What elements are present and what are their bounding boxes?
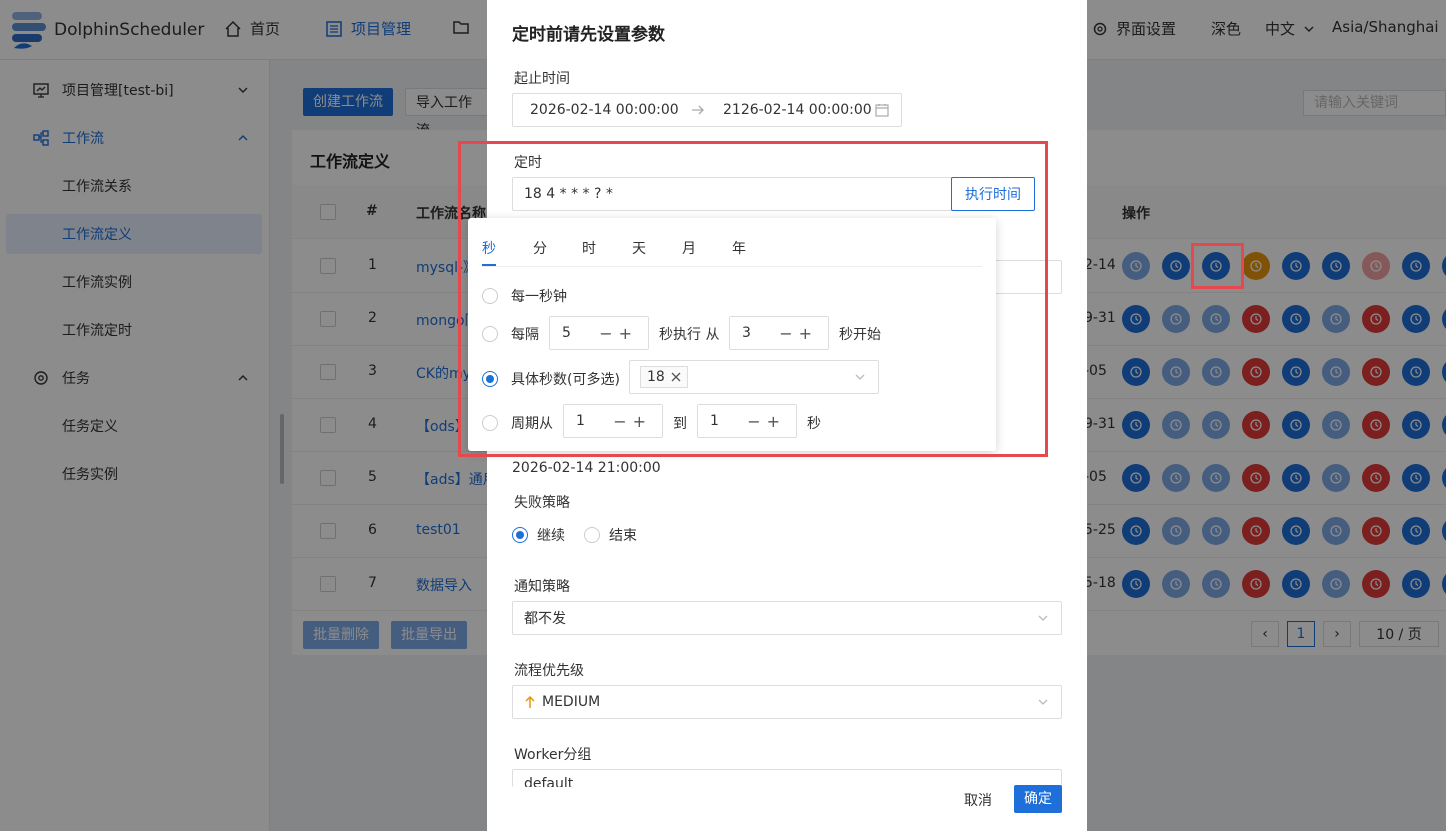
- cancel-button[interactable]: 取消: [964, 790, 992, 810]
- worker-value: default: [524, 776, 574, 787]
- priority-select[interactable]: MEDIUM: [512, 685, 1062, 719]
- radio-icon: [512, 527, 528, 543]
- fail-end-radio[interactable]: 结束: [584, 525, 637, 545]
- next-exec-time: 2026-02-14 21:00:00: [512, 460, 661, 476]
- date-range-picker[interactable]: 2026-02-14 00:00:00 2126-02-14 00:00:00: [512, 93, 902, 127]
- fail-end-label: 结束: [609, 528, 637, 544]
- calendar-icon: [875, 104, 889, 117]
- fail-continue-radio[interactable]: 继续: [512, 525, 565, 545]
- arrow-right-icon: [692, 105, 704, 115]
- start-time: 2026-02-14 00:00:00: [530, 102, 679, 118]
- chevron-down-icon: [1038, 699, 1048, 705]
- highlight-cron-box: [458, 141, 1048, 457]
- worker-select[interactable]: default: [512, 769, 1062, 787]
- worker-label: Worker分组: [514, 747, 592, 763]
- fail-strategy-label: 失败策略: [514, 495, 570, 511]
- notify-label: 通知策略: [514, 579, 570, 595]
- priority-label: 流程优先级: [514, 663, 584, 679]
- range-label: 起止时间: [514, 71, 570, 87]
- radio-icon: [584, 527, 600, 543]
- priority-value: MEDIUM: [542, 694, 601, 710]
- chevron-down-icon: [1038, 615, 1048, 621]
- notify-select[interactable]: 都不发: [512, 601, 1062, 635]
- fail-continue-label: 继续: [537, 528, 565, 544]
- modal-title: 定时前请先设置参数: [512, 25, 665, 45]
- notify-value: 都不发: [524, 611, 566, 627]
- end-time: 2126-02-14 00:00:00: [723, 102, 872, 118]
- arrow-up-icon: [525, 695, 535, 708]
- highlight-timing-button: [1191, 243, 1244, 289]
- confirm-button[interactable]: 确定: [1014, 785, 1062, 813]
